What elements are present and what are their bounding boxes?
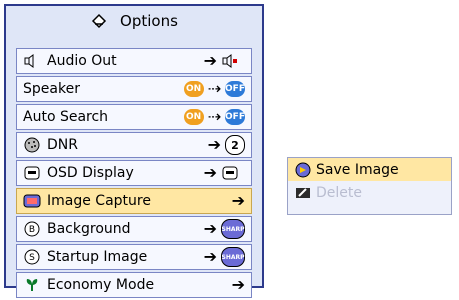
image-capture-icon bbox=[23, 192, 41, 210]
arrow-right-icon: ➔ bbox=[203, 219, 217, 238]
arrow-right-icon: ➔ bbox=[203, 51, 217, 70]
options-icon bbox=[90, 12, 108, 30]
image-capture-submenu: Save Image Delete bbox=[287, 157, 452, 215]
startup-image-label: Startup Image bbox=[47, 249, 148, 265]
menu-item-image-capture[interactable]: Image Capture ➔ bbox=[16, 188, 252, 214]
options-list: Audio Out ➔ Speaker ON ⇢ OFF Auto Search… bbox=[16, 48, 252, 300]
arrow-right-icon: ➔ bbox=[207, 135, 221, 154]
osd-icon bbox=[23, 164, 41, 182]
menu-item-auto-search[interactable]: Auto Search ON ⇢ OFF bbox=[16, 104, 252, 130]
svg-text:B: B bbox=[29, 225, 35, 235]
submenu-item-save-image[interactable]: Save Image bbox=[288, 158, 451, 181]
dnr-value-badge: 2 bbox=[225, 135, 245, 155]
menu-item-osd-display[interactable]: OSD Display ➔ bbox=[16, 160, 252, 186]
economy-mode-label: Economy Mode bbox=[47, 277, 155, 293]
menu-item-dnr[interactable]: DNR ➔ 2 bbox=[16, 132, 252, 158]
speaker-off-badge: OFF bbox=[225, 81, 245, 97]
menu-item-economy-mode[interactable]: Economy Mode ➔ bbox=[16, 272, 252, 298]
startup-icon: S bbox=[23, 248, 41, 266]
background-icon: B bbox=[23, 220, 41, 238]
dnr-icon bbox=[23, 136, 41, 154]
osd-display-label: OSD Display bbox=[47, 165, 134, 181]
startup-sharp-badge: SHARP bbox=[221, 247, 245, 267]
svg-text:S: S bbox=[29, 253, 35, 263]
submenu-item-delete[interactable]: Delete bbox=[288, 181, 451, 204]
save-image-label: Save Image bbox=[316, 161, 399, 178]
menu-item-background[interactable]: B Background ➔ SHARP bbox=[16, 216, 252, 242]
options-menu: Options Audio Out ➔ Speaker ON ⇢ OFF Aut… bbox=[4, 4, 264, 298]
toggle-arrow-icon: ⇢ bbox=[207, 79, 221, 98]
economy-icon bbox=[23, 276, 41, 294]
menu-title: Options bbox=[6, 6, 262, 36]
toggle-arrow-icon: ⇢ bbox=[207, 107, 221, 126]
dnr-label: DNR bbox=[47, 137, 78, 153]
speaker-on-badge: ON bbox=[183, 81, 204, 97]
speaker-icon bbox=[23, 52, 41, 70]
auto-search-on-badge: ON bbox=[183, 109, 204, 125]
delete-icon bbox=[294, 184, 312, 202]
speaker-label: Speaker bbox=[23, 81, 80, 97]
menu-title-text: Options bbox=[120, 12, 178, 30]
arrow-right-icon: ➔ bbox=[203, 247, 217, 266]
image-capture-label: Image Capture bbox=[47, 193, 151, 209]
arrow-right-icon: ➔ bbox=[231, 191, 245, 210]
arrow-right-icon: ➔ bbox=[203, 163, 217, 182]
speaker-mute-icon bbox=[221, 52, 239, 70]
audio-out-label: Audio Out bbox=[47, 53, 117, 69]
auto-search-label: Auto Search bbox=[23, 109, 109, 125]
menu-item-startup-image[interactable]: S Startup Image ➔ SHARP bbox=[16, 244, 252, 270]
osd-icon bbox=[221, 164, 239, 182]
save-image-icon bbox=[294, 161, 312, 179]
delete-label: Delete bbox=[316, 184, 362, 201]
arrow-right-icon: ➔ bbox=[231, 275, 245, 294]
background-label: Background bbox=[47, 221, 131, 237]
background-sharp-badge: SHARP bbox=[221, 219, 245, 239]
menu-item-audio-out[interactable]: Audio Out ➔ bbox=[16, 48, 252, 74]
auto-search-off-badge: OFF bbox=[225, 109, 245, 125]
menu-item-speaker[interactable]: Speaker ON ⇢ OFF bbox=[16, 76, 252, 102]
